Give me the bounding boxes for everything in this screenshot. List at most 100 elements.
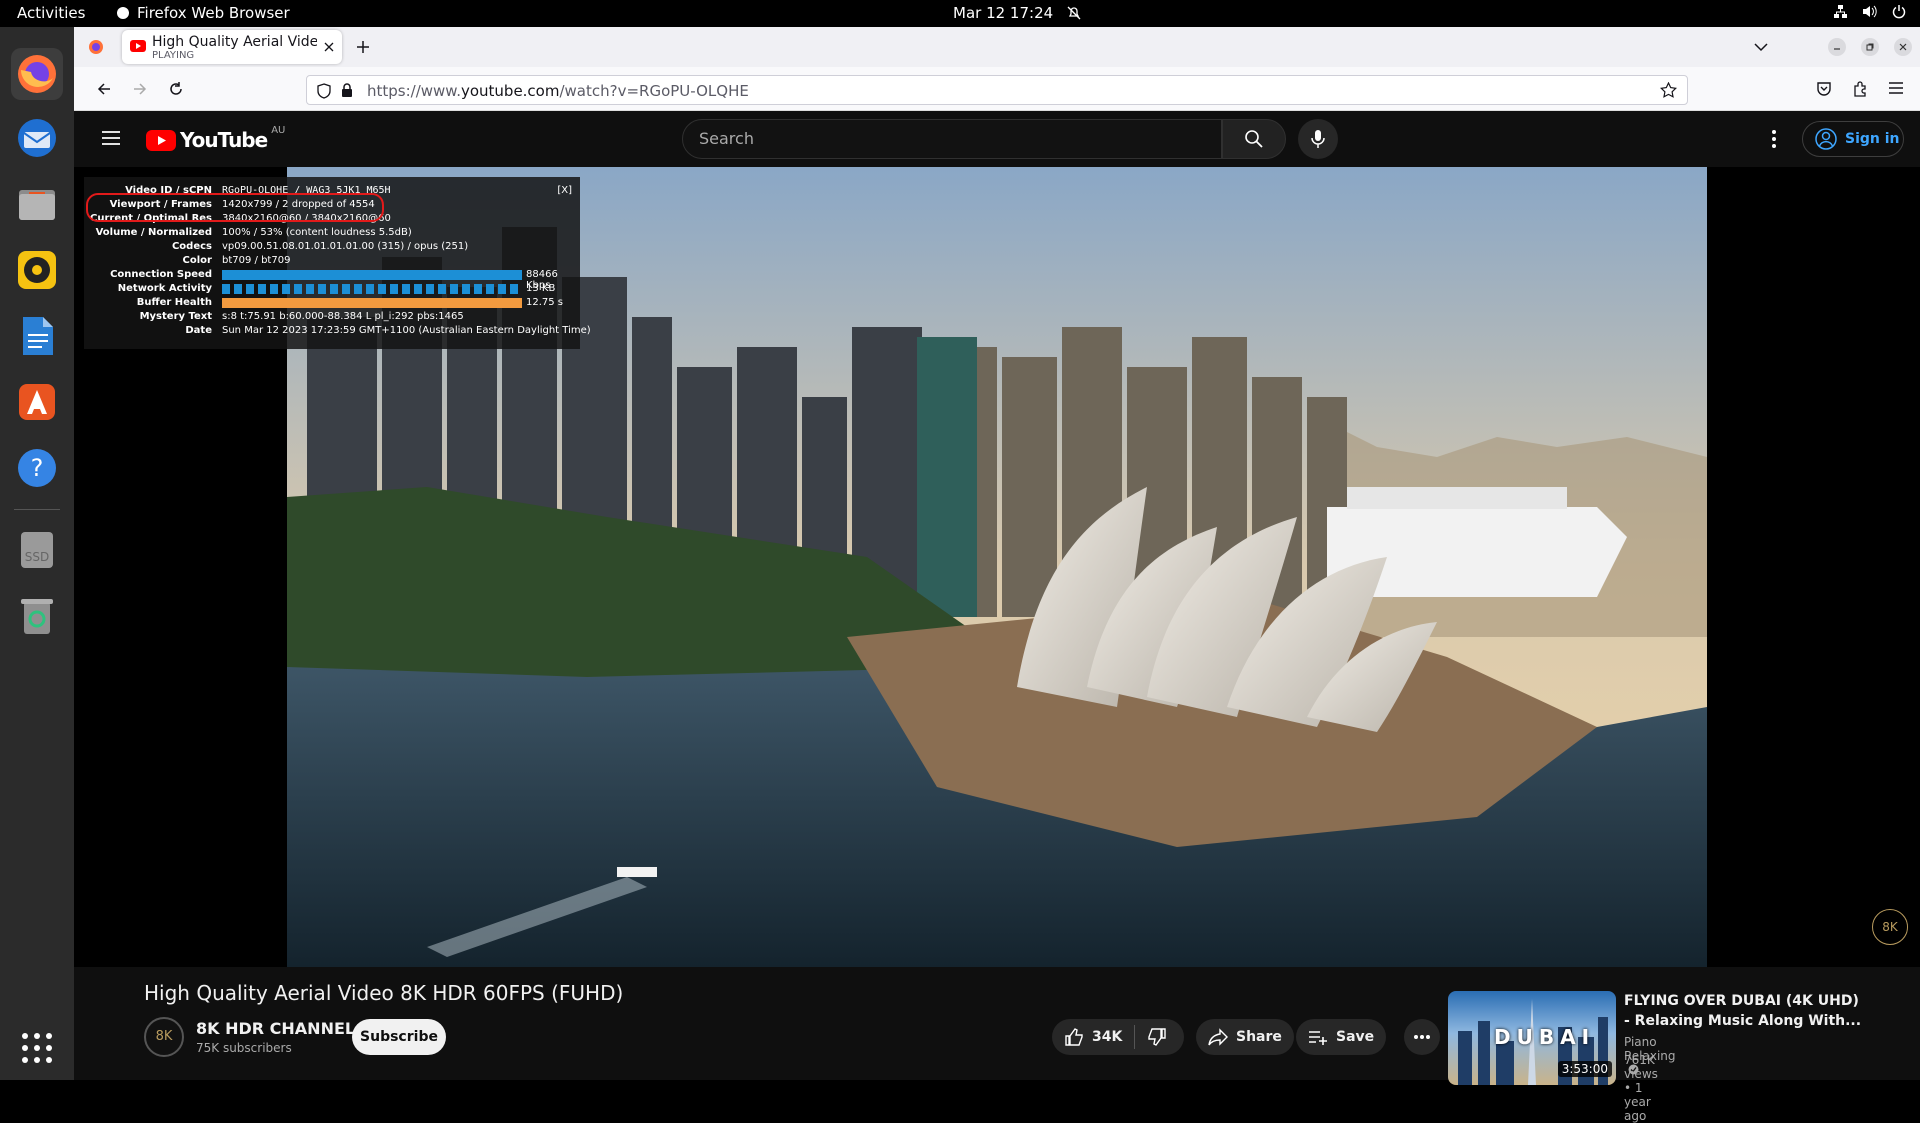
subscribe-button[interactable]: Subscribe: [352, 1019, 446, 1055]
microphone-icon: [1311, 130, 1325, 148]
drive-icon: SSD: [21, 532, 53, 568]
clock[interactable]: Mar 12 17:24: [953, 4, 1081, 22]
more-actions-button[interactable]: [1404, 1019, 1440, 1055]
system-tray[interactable]: [1833, 4, 1906, 19]
subscriber-count: 75K subscribers: [196, 1041, 292, 1055]
stats-row-label: Codecs: [171, 241, 212, 252]
stats-row-label: Buffer Health: [136, 297, 212, 308]
youtube-logo-icon: [146, 129, 176, 151]
thumbs-up-icon: [1065, 1028, 1083, 1046]
thumbs-down-icon[interactable]: [1147, 1027, 1167, 1047]
tab-close-icon[interactable]: [324, 42, 334, 52]
url-domain: youtube.com: [460, 82, 560, 100]
new-tab-icon[interactable]: [356, 40, 370, 54]
dock-firefox[interactable]: [11, 48, 63, 100]
stats-row-label: Color: [182, 255, 212, 266]
save-label: Save: [1336, 1029, 1375, 1045]
recommended-meta: 761K views • 1 year ago: [1624, 1053, 1658, 1123]
bookmark-star-icon[interactable]: [1660, 82, 1677, 98]
url-bar[interactable]: https://www.youtube.com/watch?v=RGoPU-OL…: [306, 75, 1688, 105]
firefox-view-icon: [89, 40, 103, 54]
channel-avatar-label: 8K: [155, 1029, 173, 1044]
hamburger-menu-icon[interactable]: [1889, 82, 1903, 94]
region-code: AU: [271, 124, 286, 136]
save-button[interactable]: Save: [1296, 1019, 1387, 1055]
like-divider: [1134, 1025, 1136, 1049]
youtube-header: YouTube AU Search Sign in: [74, 111, 1920, 167]
stats-graph-bar: [222, 298, 522, 308]
subscribe-label: Subscribe: [360, 1029, 438, 1045]
dock-app-center[interactable]: [11, 376, 63, 428]
search-icon: [1245, 130, 1263, 148]
files-icon: [19, 190, 55, 220]
firefox-icon: [18, 55, 56, 93]
app-menu[interactable]: Firefox Web Browser: [117, 4, 290, 22]
dock-ssd-drive[interactable]: SSD: [11, 524, 63, 576]
firefox-view-button[interactable]: [84, 35, 108, 59]
thunderbird-icon: [18, 119, 56, 157]
share-button[interactable]: Share: [1196, 1019, 1294, 1055]
recommended-thumbnail[interactable]: DUBAI 3:53:00: [1448, 991, 1616, 1085]
dock-libreoffice-writer[interactable]: [11, 310, 63, 362]
share-icon: [1208, 1028, 1228, 1046]
stats-row-value: Sun Mar 12 2023 17:23:59 GMT+1100 (Austr…: [222, 325, 591, 336]
stats-row-value: 12.75 s: [526, 297, 564, 308]
url-text: https://www.youtube.com/watch?v=RGoPU-OL…: [367, 82, 749, 100]
video-player[interactable]: 8K [X] Video ID / sCPN RGoPU-OLQHE / WAG3…: [74, 167, 1920, 967]
stats-row: Color bt709 / bt709: [84, 255, 580, 269]
sign-in-button[interactable]: Sign in: [1802, 121, 1904, 157]
stats-graph-bar: [222, 284, 522, 294]
add-to-playlist-icon: [1309, 1031, 1327, 1045]
like-count: 34K: [1092, 1029, 1123, 1045]
dock: ? SSD: [0, 27, 74, 1080]
lock-icon[interactable]: [341, 83, 353, 98]
tab-active[interactable]: High Quality Aerial Video 8K HDR 60FPS (…: [122, 30, 342, 64]
stats-row: Mystery Text s:8 t:75.91 b:60.000-88.384 …: [84, 311, 580, 325]
app-center-icon: [19, 384, 55, 420]
stats-row-value: s:8 t:75.91 b:60.000-88.384 L pl_i:292 p…: [222, 311, 464, 322]
like-button[interactable]: 34K: [1064, 1027, 1122, 1047]
power-icon: [1892, 5, 1906, 19]
stats-row-label: Network Activity: [117, 283, 212, 294]
window-close-button[interactable]: [1894, 38, 1912, 56]
channel-watermark-badge[interactable]: 8K: [1872, 909, 1908, 945]
voice-search-button[interactable]: [1298, 119, 1338, 159]
search-button[interactable]: [1222, 119, 1286, 159]
more-options-icon[interactable]: [1772, 130, 1776, 148]
channel-name[interactable]: 8K HDR CHANNEL: [196, 1019, 355, 1038]
dock-files[interactable]: [11, 178, 63, 230]
dock-separator: [14, 509, 60, 510]
dock-rhythmbox[interactable]: [11, 244, 63, 296]
dock-help[interactable]: ?: [11, 442, 63, 494]
stats-highlight-box: [86, 193, 384, 222]
stats-row-label: Connection Speed: [110, 269, 212, 280]
stats-row-label: Mystery Text: [139, 311, 212, 322]
extensions-icon[interactable]: [1852, 81, 1868, 97]
url-prefix: https://www.: [367, 82, 461, 100]
pocket-icon[interactable]: [1816, 81, 1832, 97]
stats-row-label: Volume / Normalized: [95, 227, 212, 238]
sign-in-label: Sign in: [1845, 131, 1900, 147]
close-icon: [1899, 43, 1907, 51]
recommended-title[interactable]: FLYING OVER DUBAI (4K UHD) - Relaxing Mu…: [1624, 991, 1864, 1031]
window-restore-button[interactable]: [1861, 38, 1879, 56]
reload-icon[interactable]: [168, 81, 184, 97]
svg-text:SSD: SSD: [25, 550, 49, 564]
youtube-logo[interactable]: YouTube AU: [146, 124, 286, 152]
dock-trash[interactable]: [11, 590, 63, 642]
tracking-protection-icon[interactable]: [317, 83, 331, 99]
channel-avatar[interactable]: 8K: [144, 1017, 184, 1057]
guide-menu-icon[interactable]: [102, 130, 120, 146]
youtube-favicon-icon: [130, 40, 146, 52]
stats-graph-bar: [222, 270, 522, 280]
forward-icon[interactable]: [132, 81, 148, 97]
dock-show-apps[interactable]: [11, 1022, 63, 1074]
search-input[interactable]: Search: [682, 119, 1222, 159]
activities-button[interactable]: Activities: [17, 4, 85, 22]
back-icon[interactable]: [96, 81, 112, 97]
stats-for-nerds-panel: [X] Video ID / sCPN RGoPU-OLQHE / WAG3 5J…: [84, 177, 591, 349]
window-minimize-button[interactable]: [1828, 38, 1846, 56]
dock-thunderbird[interactable]: [11, 112, 63, 164]
list-all-tabs-icon[interactable]: [1754, 42, 1768, 52]
share-label: Share: [1236, 1029, 1282, 1045]
